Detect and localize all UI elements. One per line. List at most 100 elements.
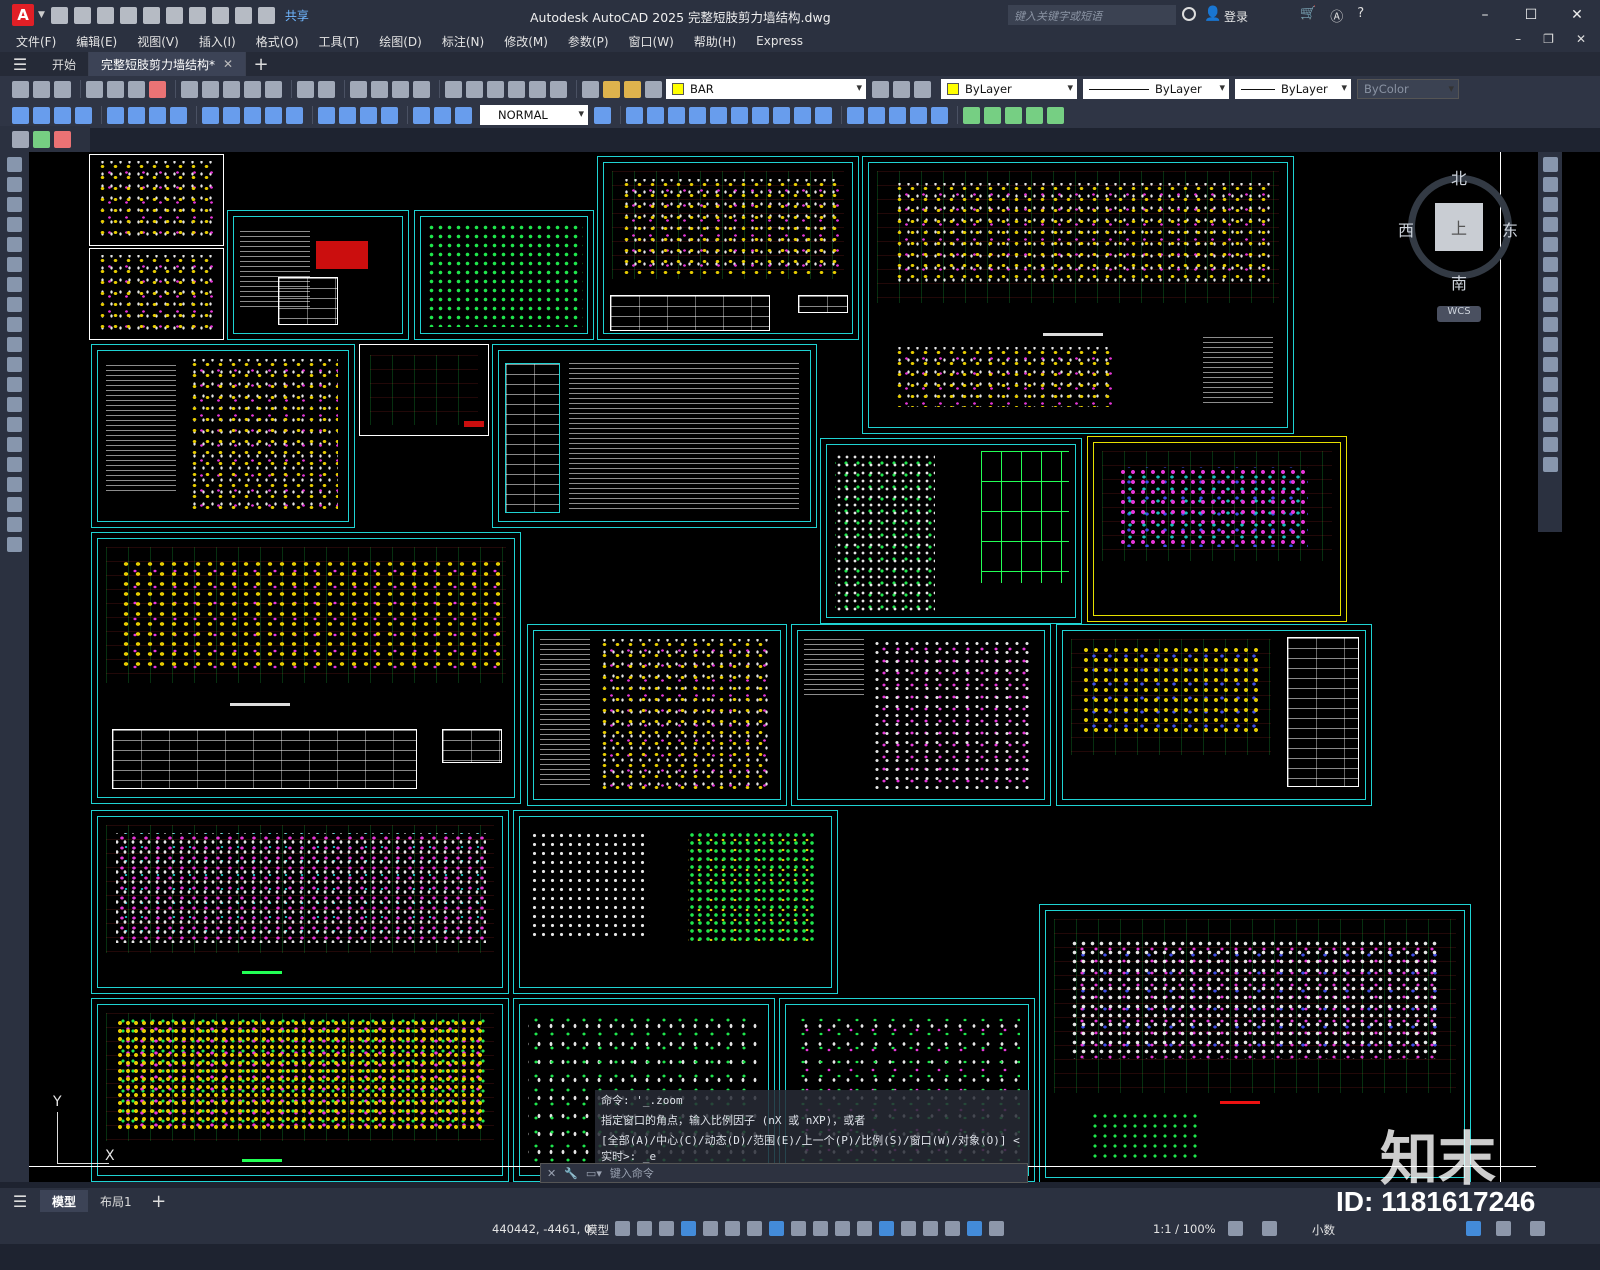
radius-icon[interactable] — [107, 106, 124, 124]
text-style-dropdown[interactable]: NORMAL — [480, 105, 588, 125]
xref-icon[interactable] — [1005, 106, 1022, 124]
rotate-icon[interactable] — [731, 106, 748, 124]
customize-icon[interactable] — [1530, 1221, 1545, 1236]
dim-update-icon[interactable] — [455, 106, 472, 124]
snap-icon[interactable] — [637, 1221, 652, 1236]
make-block-icon[interactable] — [7, 397, 22, 412]
object-snap-tracking-icon[interactable] — [769, 1221, 784, 1236]
layer-previous-icon[interactable] — [893, 80, 910, 98]
sheetset-icon[interactable] — [508, 80, 525, 98]
menu-help[interactable]: 帮助(H) — [694, 33, 736, 50]
revcloud-icon[interactable] — [7, 297, 22, 312]
fillet-icon[interactable] — [910, 106, 927, 124]
selection-cycling-icon[interactable] — [857, 1221, 872, 1236]
color-dropdown[interactable]: ByLayer — [941, 79, 1077, 99]
menu-express[interactable]: Express — [756, 34, 803, 48]
menu-modify[interactable]: 修改(M) — [504, 33, 548, 50]
selection-filter-icon[interactable] — [923, 1221, 938, 1236]
angular-icon[interactable] — [170, 106, 187, 124]
transparency-icon[interactable] — [835, 1221, 850, 1236]
circle-icon[interactable] — [7, 277, 22, 292]
menu-edit[interactable]: 编辑(E) — [76, 33, 117, 50]
wcs-menu[interactable]: WCS — [1437, 306, 1481, 322]
workspace-icon[interactable] — [12, 130, 29, 148]
doc-restore-button[interactable]: ❐ — [1543, 32, 1554, 46]
customize-command-icon[interactable]: 🔧 — [564, 1167, 578, 1180]
save-icon[interactable] — [54, 80, 71, 98]
menu-window[interactable]: 窗口(W) — [629, 33, 674, 50]
paste-icon[interactable] — [223, 80, 240, 98]
3d-osnap-icon[interactable] — [879, 1221, 894, 1236]
share-button[interactable]: 共享 — [285, 7, 309, 24]
tab-model[interactable]: 模型 — [40, 1190, 89, 1212]
redo-icon[interactable] — [318, 80, 335, 98]
attach-icon[interactable] — [984, 106, 1001, 124]
help-icon[interactable]: ? — [1357, 6, 1364, 25]
lineweight-dropdown[interactable]: ByLayer — [1235, 79, 1351, 99]
dynamic-input-icon[interactable] — [681, 1221, 696, 1236]
design-center-icon[interactable] — [466, 80, 483, 98]
linetype-dropdown[interactable]: ByLayer — [1083, 79, 1229, 99]
table-icon[interactable] — [7, 497, 22, 512]
join-icon[interactable] — [868, 106, 885, 124]
isodraft-icon[interactable] — [747, 1221, 762, 1236]
center-mark-icon[interactable] — [339, 106, 356, 124]
chart-icon[interactable] — [33, 130, 50, 148]
rectangle-icon[interactable] — [7, 237, 22, 252]
spline-icon[interactable] — [7, 317, 22, 332]
copy-icon[interactable] — [1542, 177, 1558, 192]
explode-icon[interactable] — [1542, 457, 1558, 472]
new-tab-button[interactable]: + — [246, 54, 276, 75]
undo-icon[interactable] — [297, 80, 314, 98]
gizmo-icon[interactable] — [945, 1221, 960, 1236]
model-space-toggle[interactable]: 模型 — [586, 1222, 609, 1238]
plot-icon[interactable] — [86, 80, 103, 98]
doc-minimize-button[interactable]: – — [1515, 32, 1521, 46]
autocad-logo-icon[interactable]: A — [12, 4, 34, 26]
ordinate-icon[interactable] — [75, 106, 92, 124]
undo-icon[interactable] — [211, 6, 229, 24]
menu-file[interactable]: 文件(F) — [16, 33, 56, 50]
viewcube-top-face[interactable]: 上 — [1435, 203, 1483, 251]
array-icon[interactable] — [689, 106, 706, 124]
tab-active-drawing[interactable]: 完整短肢剪力墙结构* ✕ — [89, 52, 247, 76]
annotation-visibility-icon[interactable] — [967, 1221, 982, 1236]
new-icon[interactable] — [12, 80, 29, 98]
viewcube[interactable]: 上 北 南 东 西 — [1398, 165, 1520, 295]
saveas-icon[interactable] — [119, 6, 137, 24]
coordinates-readout[interactable]: 440442, -4461, 0 — [492, 1222, 591, 1236]
search-icon[interactable] — [1182, 7, 1196, 21]
tool-palettes-icon[interactable] — [487, 80, 504, 98]
customize-icon[interactable] — [257, 6, 275, 24]
fillet-icon[interactable] — [1542, 437, 1558, 452]
auto-scale-icon[interactable] — [989, 1221, 1004, 1236]
dim-break-icon[interactable] — [286, 106, 303, 124]
login-button[interactable]: 登录 — [1224, 8, 1248, 25]
properties-icon[interactable] — [445, 80, 462, 98]
layer-dropdown[interactable]: BAR — [666, 79, 866, 99]
insert-block-icon[interactable] — [963, 106, 980, 124]
preview-icon[interactable] — [107, 80, 124, 98]
layer-on-icon[interactable] — [603, 80, 620, 98]
close-command-icon[interactable]: ✕ — [547, 1167, 556, 1180]
object-snap-icon[interactable] — [791, 1221, 806, 1236]
add-selected-icon[interactable] — [7, 537, 22, 552]
mtext-icon[interactable] — [7, 517, 22, 532]
plot-icon[interactable] — [188, 6, 206, 24]
erase-icon[interactable] — [1542, 157, 1558, 172]
ellipse-icon[interactable] — [7, 337, 22, 352]
move-icon[interactable] — [1542, 257, 1558, 272]
infer-icon[interactable] — [659, 1221, 674, 1236]
layout-icon[interactable] — [54, 130, 71, 148]
polar-icon[interactable] — [725, 1221, 740, 1236]
linear-dim-icon[interactable] — [12, 106, 29, 124]
menu-insert[interactable]: 插入(I) — [199, 33, 236, 50]
field-icon[interactable] — [1047, 106, 1064, 124]
grid-icon[interactable] — [615, 1221, 630, 1236]
new-icon[interactable] — [50, 6, 68, 24]
open-icon[interactable] — [33, 80, 50, 98]
explode-icon[interactable] — [931, 106, 948, 124]
join-icon[interactable] — [1542, 397, 1558, 412]
annotation-scale[interactable]: 1:1 / 100% — [1153, 1222, 1216, 1236]
arc-length-icon[interactable] — [54, 106, 71, 124]
